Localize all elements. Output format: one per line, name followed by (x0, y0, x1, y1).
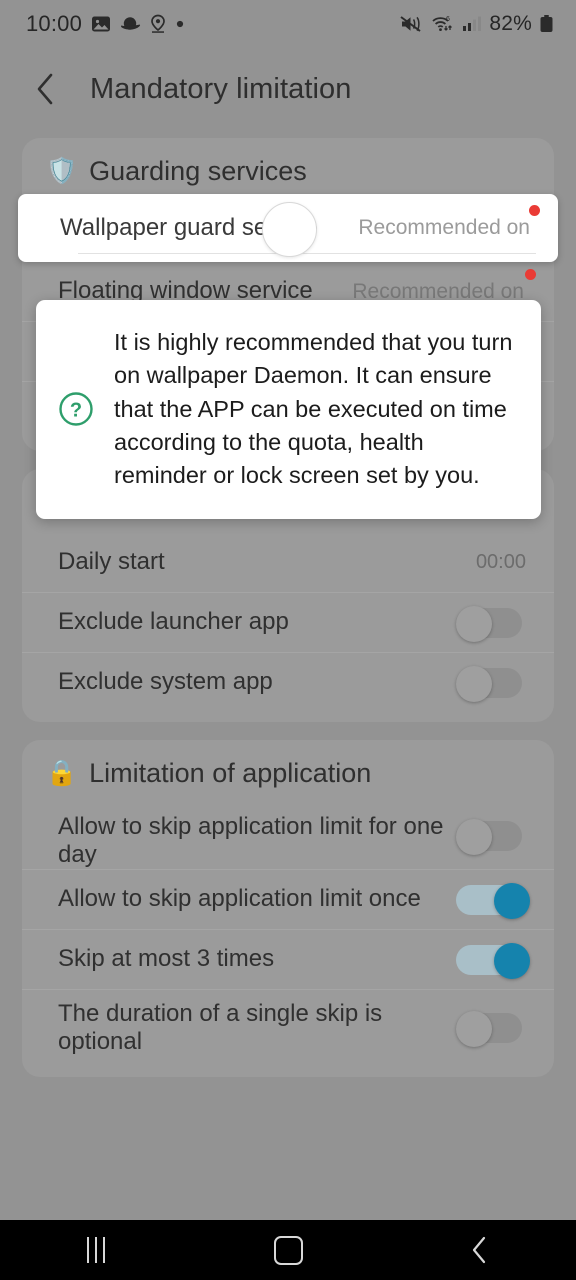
row-divider (78, 253, 536, 254)
android-navigation-bar (0, 1220, 576, 1280)
svg-text:?: ? (70, 400, 82, 422)
section-title: Limitation of application (89, 758, 372, 788)
row-skip-limit-one-day[interactable]: Allow to skip application limit for one … (22, 803, 554, 869)
toggle-skip-at-most-3-times[interactable] (456, 942, 530, 979)
section-header: 🔒 Limitation of application (22, 740, 554, 803)
section-limitation-of-application: 🔒 Limitation of application Allow to ski… (22, 740, 554, 1077)
touch-ripple-circle (262, 202, 317, 257)
battery-percent-label: 82% (489, 12, 532, 35)
toggle-thumb (494, 882, 530, 919)
row-value: 00:00 (475, 550, 526, 573)
red-dot-badge (529, 205, 540, 216)
row-label: Skip at most 3 times (58, 945, 275, 973)
toggle-skip-limit-one-day[interactable] (456, 819, 530, 855)
section-title: Guarding services (89, 156, 307, 186)
row-skip-limit-once[interactable]: Allow to skip application limit once (22, 869, 554, 929)
back-icon (472, 1236, 486, 1264)
wifi-icon: 6 (431, 14, 455, 34)
row-label: Exclude system app (58, 668, 273, 696)
toggle-thumb (494, 942, 530, 979)
red-dot-badge (525, 268, 536, 280)
row-label: Exclude launcher app (58, 608, 289, 636)
toggle-exclude-system-app[interactable] (456, 665, 530, 702)
question-mark-circle-icon: ? (56, 389, 96, 429)
toggle-skip-limit-once[interactable] (456, 882, 530, 919)
status-bar: 10:00 6 82% (0, 0, 576, 48)
battery-icon (539, 14, 554, 34)
toggle-exclude-launcher-app[interactable] (456, 605, 530, 642)
nav-back-button[interactable] (434, 1222, 526, 1278)
svg-text:6: 6 (446, 16, 450, 23)
back-button[interactable] (14, 57, 78, 121)
home-button[interactable] (242, 1222, 334, 1278)
shield-icon: 🛡️ (46, 157, 78, 185)
home-icon (273, 1235, 303, 1265)
row-duration-single-skip-optional[interactable]: The duration of a single skip is optiona… (22, 989, 554, 1067)
highlighted-row-status: Recommended on (358, 205, 540, 240)
lock-icon: 🔒 (46, 759, 78, 787)
row-label: Allow to skip application limit once (58, 885, 421, 913)
status-bar-right: 6 82% (400, 12, 554, 36)
tooltip-dialog[interactable]: ? It is highly recommended that you turn… (36, 300, 541, 519)
row-daily-start[interactable]: Daily start 00:00 (22, 532, 554, 592)
row-label: The duration of a single skip is optiona… (58, 1000, 383, 1056)
row-exclude-system-app[interactable]: Exclude system app (22, 652, 554, 712)
row-skip-at-most-3-times[interactable]: Skip at most 3 times (22, 929, 554, 989)
phone-screen: 10:00 6 82% Mandatory limitation 🛡️ Guar… (0, 0, 576, 1280)
recents-button[interactable] (50, 1222, 142, 1278)
row-label: Allow to skip application limit for one … (58, 813, 444, 869)
settings-scroll-area[interactable]: 🛡️ Guarding services Wallpaper guard ser… (0, 130, 576, 1220)
status-bar-clock: 10:00 (26, 11, 83, 36)
title-bar: Mandatory limitation (0, 48, 576, 130)
toggle-thumb (456, 819, 492, 855)
highlighted-row-status-text: Recommended on (358, 216, 530, 239)
status-bar-left: 10:00 (26, 11, 185, 37)
mute-icon (400, 14, 424, 34)
location-pin-icon (150, 14, 166, 34)
tooltip-text: It is highly recommended that you turn o… (114, 329, 513, 489)
toggle-thumb (456, 605, 492, 642)
toggle-duration-single-skip[interactable] (456, 1011, 530, 1048)
recents-icon (87, 1237, 105, 1263)
page-title: Mandatory limitation (90, 72, 352, 105)
dot-icon (175, 19, 185, 29)
signal-bars-icon (462, 14, 482, 34)
planet-icon (120, 14, 141, 34)
section-header: 🛡️ Guarding services (22, 138, 554, 201)
image-icon (91, 14, 111, 34)
chevron-left-icon (37, 73, 53, 105)
row-exclude-launcher-app[interactable]: Exclude launcher app (22, 592, 554, 652)
row-label: Daily start (58, 547, 165, 575)
toggle-thumb (456, 665, 492, 702)
